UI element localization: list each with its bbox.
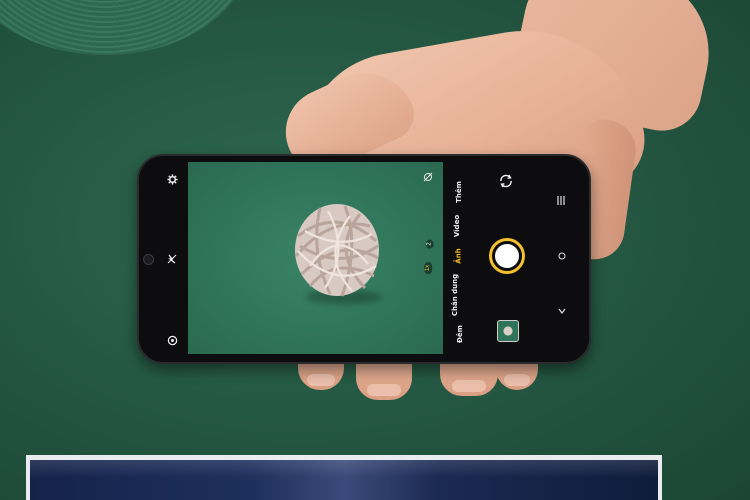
zoom-1x[interactable]: 1x bbox=[424, 261, 433, 275]
background-round-mat bbox=[0, 0, 250, 55]
ai-scene-icon[interactable] bbox=[421, 170, 435, 184]
filter-icon[interactable] bbox=[165, 333, 179, 347]
mode-night[interactable]: Đêm bbox=[456, 325, 464, 343]
flash-off-icon[interactable] bbox=[165, 252, 179, 266]
gear-icon[interactable] bbox=[165, 172, 179, 186]
photo-scene: 1x 2 Thêm Video Ảnh Chân dung Đêm bbox=[0, 0, 750, 500]
background-poster bbox=[26, 455, 662, 500]
mode-portrait[interactable]: Chân dung bbox=[451, 274, 459, 316]
camera-viewfinder[interactable]: 1x 2 bbox=[188, 162, 443, 354]
gallery-thumbnail[interactable] bbox=[497, 320, 519, 342]
shutter-inner bbox=[495, 244, 519, 268]
yarn-ball bbox=[294, 204, 379, 297]
menu-icon[interactable] bbox=[555, 194, 567, 206]
zoom-2x[interactable]: 2 bbox=[425, 239, 434, 249]
front-camera bbox=[143, 254, 154, 265]
chevron-icon[interactable] bbox=[556, 305, 568, 317]
switch-camera-icon[interactable] bbox=[497, 172, 515, 190]
shutter-button[interactable] bbox=[489, 238, 525, 274]
more-icon[interactable] bbox=[556, 250, 568, 262]
mode-photo[interactable]: Ảnh bbox=[455, 248, 463, 263]
mode-video[interactable]: Video bbox=[453, 215, 461, 237]
mode-more[interactable]: Thêm bbox=[455, 181, 463, 203]
